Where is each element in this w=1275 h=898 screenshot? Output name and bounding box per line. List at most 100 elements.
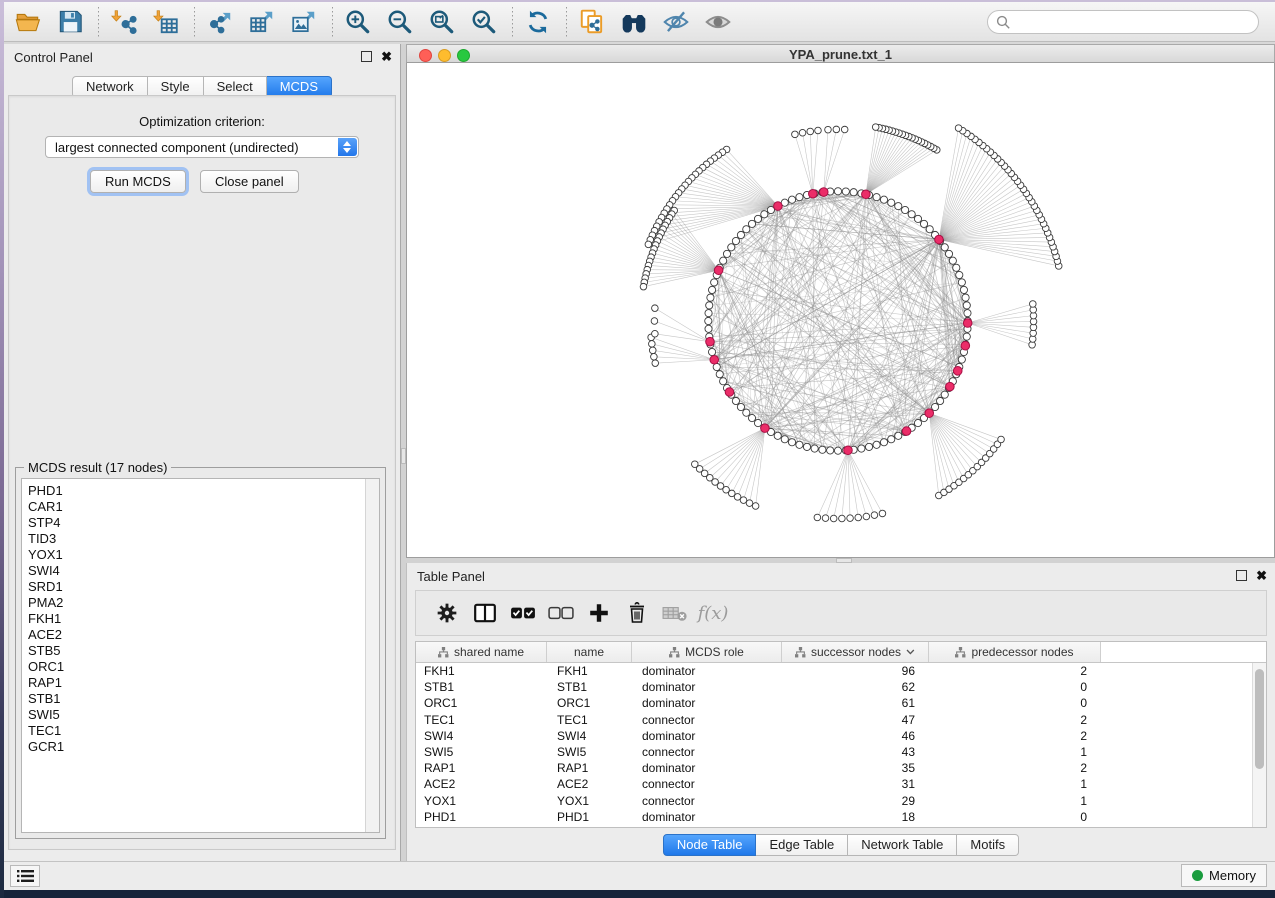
mcds-result-list[interactable]: PHD1CAR1STP4TID3YOX1SWI4SRD1PMA2FKH1ACE2… (21, 478, 380, 833)
import-table-icon (152, 8, 180, 36)
zoom-out-button[interactable] (384, 6, 416, 38)
table-row[interactable]: SWI4SWI4dominator462 (416, 728, 1266, 744)
toolbar-separator (566, 7, 567, 37)
network-canvas[interactable] (406, 63, 1275, 558)
table-row[interactable]: SWI5SWI5connector431 (416, 744, 1266, 760)
mcds-result-item[interactable]: ORC1 (28, 659, 379, 675)
mcds-result-item[interactable]: PMA2 (28, 595, 379, 611)
close-panel-button[interactable]: Close panel (200, 170, 299, 193)
table-tab-node-table[interactable]: Node Table (663, 834, 757, 856)
mcds-result-item[interactable]: CAR1 (28, 499, 379, 515)
table-settings-button[interactable] (430, 596, 464, 630)
float-table-panel-icon[interactable] (1236, 570, 1247, 581)
list-icon (17, 869, 34, 883)
node-table[interactable]: shared namenameMCDS rolesuccessor nodesp… (415, 641, 1267, 828)
table-cell: FKH1 (416, 664, 547, 678)
table-scrollbar[interactable] (1252, 663, 1266, 827)
open-file-button[interactable] (12, 6, 44, 38)
mcds-result-item[interactable]: SWI5 (28, 707, 379, 723)
eye-icon (704, 8, 732, 36)
mcds-result-item[interactable]: FKH1 (28, 611, 379, 627)
task-history-button[interactable] (10, 865, 40, 887)
toolbar-separator (98, 7, 99, 37)
show-all-button[interactable] (702, 6, 734, 38)
new-network-from-selection-button[interactable] (576, 6, 608, 38)
table-cell: SWI4 (416, 729, 547, 743)
search-field[interactable] (987, 10, 1259, 34)
save-session-button[interactable] (54, 6, 86, 38)
memory-button[interactable]: Memory (1181, 864, 1267, 887)
export-network-button[interactable] (204, 6, 236, 38)
zoom-fit-button[interactable] (426, 6, 458, 38)
column-header-name[interactable]: name (547, 642, 632, 662)
select-all-rows-button[interactable] (506, 596, 540, 630)
table-row[interactable]: ACE2ACE2connector311 (416, 776, 1266, 792)
zoom-in-button[interactable] (342, 6, 374, 38)
delete-columns-button[interactable] (620, 596, 654, 630)
table-scrollbar-thumb[interactable] (1255, 669, 1264, 769)
table-cell: ACE2 (547, 777, 632, 791)
table-cell: STB1 (416, 680, 547, 694)
network-window-titlebar[interactable]: YPA_prune.txt_1 (406, 44, 1275, 63)
table-cell: 1 (929, 745, 1101, 759)
table-cell: YOX1 (547, 794, 632, 808)
hide-selected-button[interactable] (660, 6, 692, 38)
export-image-button[interactable] (288, 6, 320, 38)
mcds-tab-content: Optimization criterion: largest connecte… (8, 95, 396, 850)
table-row[interactable]: YOX1YOX1connector291 (416, 793, 1266, 809)
table-tab-network-table[interactable]: Network Table (848, 834, 957, 856)
table-row[interactable]: FKH1FKH1dominator962 (416, 663, 1266, 679)
table-row[interactable]: PHD1PHD1dominator180 (416, 809, 1266, 825)
mcds-result-item[interactable]: TEC1 (28, 723, 379, 739)
mcds-result-item[interactable]: SWI4 (28, 563, 379, 579)
column-header-shared-name[interactable]: shared name (416, 642, 547, 662)
column-header-predecessor-nodes[interactable]: predecessor nodes (929, 642, 1101, 662)
mcds-result-item[interactable]: STB1 (28, 691, 379, 707)
export-table-button[interactable] (246, 6, 278, 38)
network-graph[interactable] (407, 63, 1274, 557)
table-cell: ORC1 (416, 696, 547, 710)
float-panel-icon[interactable] (361, 51, 372, 62)
table-cell: YOX1 (416, 794, 547, 808)
deselect-all-rows-button[interactable] (544, 596, 578, 630)
mcds-result-item[interactable]: ACE2 (28, 627, 379, 643)
mcds-result-item[interactable]: YOX1 (28, 547, 379, 563)
table-panel-title: Table Panel (417, 569, 485, 584)
table-cell: 0 (929, 696, 1101, 710)
mcds-result-scrollbar[interactable] (365, 479, 379, 832)
close-panel-icon[interactable]: ✖ (381, 51, 392, 62)
close-table-panel-icon[interactable]: ✖ (1256, 570, 1267, 581)
table-cell: 46 (782, 729, 929, 743)
table-row[interactable]: ORC1ORC1dominator610 (416, 695, 1266, 711)
import-table-button[interactable] (150, 6, 182, 38)
toggle-column-panel-button[interactable] (468, 596, 502, 630)
table-cell: PHD1 (547, 810, 632, 824)
table-cell: 29 (782, 794, 929, 808)
add-column-button[interactable] (582, 596, 616, 630)
criterion-dropdown[interactable]: largest connected component (undirected) (45, 136, 359, 158)
table-cell: TEC1 (416, 713, 547, 727)
table-row[interactable]: TEC1TEC1connector472 (416, 712, 1266, 728)
column-header-successor-nodes[interactable]: successor nodes (782, 642, 929, 662)
checked-boxes-icon (510, 603, 536, 623)
import-network-button[interactable] (108, 6, 140, 38)
mcds-result-item[interactable]: STB5 (28, 643, 379, 659)
mcds-result-item[interactable]: RAP1 (28, 675, 379, 691)
mcds-result-item[interactable]: PHD1 (28, 483, 379, 499)
run-mcds-button[interactable]: Run MCDS (90, 170, 186, 193)
status-bar: Memory (4, 861, 1275, 890)
table-cell: 43 (782, 745, 929, 759)
refresh-view-button[interactable] (522, 6, 554, 38)
search-input[interactable] (1011, 14, 1258, 31)
zoom-selected-button[interactable] (468, 6, 500, 38)
table-tab-edge-table[interactable]: Edge Table (756, 834, 848, 856)
table-tab-motifs[interactable]: Motifs (957, 834, 1019, 856)
column-header-MCDS-role[interactable]: MCDS role (632, 642, 782, 662)
mcds-result-item[interactable]: STP4 (28, 515, 379, 531)
mcds-result-item[interactable]: TID3 (28, 531, 379, 547)
mcds-result-item[interactable]: GCR1 (28, 739, 379, 755)
table-row[interactable]: RAP1RAP1dominator352 (416, 760, 1266, 776)
first-neighbors-button[interactable] (618, 6, 650, 38)
table-row[interactable]: STB1STB1dominator620 (416, 679, 1266, 695)
mcds-result-item[interactable]: SRD1 (28, 579, 379, 595)
